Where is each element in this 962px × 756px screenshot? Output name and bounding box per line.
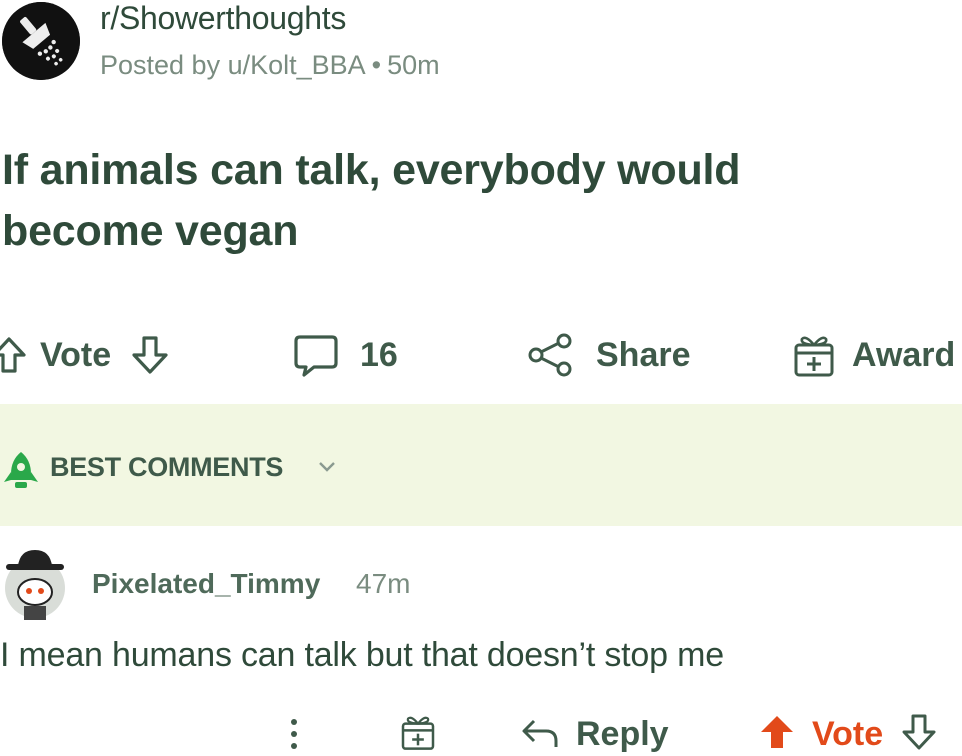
gift-box-icon [398,712,438,756]
post-time: 50m [387,50,440,80]
comment-body: I mean humans can talk but that doesn’t … [0,636,724,674]
comments-button[interactable]: 16 [292,326,398,384]
reply-label: Reply [576,714,669,753]
chevron-down-icon[interactable] [318,460,336,478]
more-options-button[interactable] [286,712,302,756]
sort-bar: BEST COMMENTS [0,404,962,526]
post-header: r/Showerthoughts Posted by u/Kolt_BBA • 50… [0,0,962,90]
subreddit-avatar[interactable] [2,2,80,80]
comment-count: 16 [360,335,398,374]
upvote-arrow-icon[interactable] [0,335,26,375]
comment-author[interactable]: Pixelated_Timmy [92,568,320,600]
commenter-avatar[interactable] [0,548,70,620]
downvote-arrow-icon[interactable] [131,334,169,376]
downvote-arrow-icon[interactable] [901,712,937,756]
share-label: Share [596,335,691,374]
post-meta: Posted by u/Kolt_BBA • 50m [100,50,440,81]
vote-label: Vote [40,335,112,374]
comment-vote-control: Vote [758,712,937,756]
gift-box-icon [790,331,838,379]
speech-bubble-icon [292,331,340,379]
meta-separator: • [371,50,382,80]
reply-arrow-icon [520,715,560,754]
award-button[interactable]: Award [790,326,955,384]
subreddit-name[interactable]: r/Showerthoughts [100,0,346,37]
comment-vote-label: Vote [812,714,884,753]
reply-button[interactable]: Reply [520,712,669,756]
sort-label[interactable]: BEST COMMENTS [50,452,283,483]
vote-control: Vote [0,326,169,384]
comment-time: 47m [356,568,411,599]
more-vertical-icon [286,712,302,756]
post-title[interactable]: If animals can talk, everybody would bec… [2,140,902,262]
share-icon [526,331,574,379]
rocket-icon [2,450,40,495]
post-action-bar: Vote 16 Share Award [0,326,962,384]
comment-award-button[interactable] [398,712,438,756]
reddit-post-page: r/Showerthoughts Posted by u/Kolt_BBA • 50… [0,0,962,756]
comment-action-bar: Reply Vote [0,712,962,756]
share-button[interactable]: Share [526,326,691,384]
upvote-arrow-icon[interactable] [758,712,796,756]
award-label: Award [852,335,956,374]
shower-head-icon [2,2,80,80]
posted-by[interactable]: Posted by u/Kolt_BBA [100,50,366,80]
